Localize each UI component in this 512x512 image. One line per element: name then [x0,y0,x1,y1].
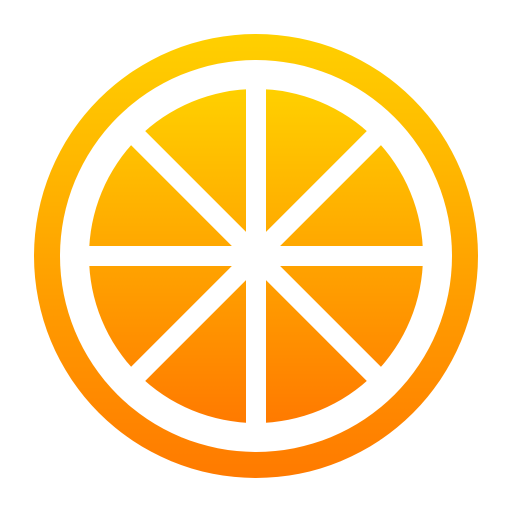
center-hub [234,234,278,278]
orange-slice-icon [34,34,478,478]
app-icon-canvas [0,0,512,512]
